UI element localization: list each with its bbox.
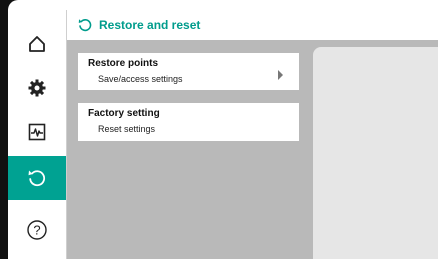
svg-text:?: ? [33,223,40,238]
sidebar-item-settings[interactable] [8,66,66,110]
gear-icon [27,78,47,98]
restore-icon [77,17,93,33]
header: Restore and reset [67,10,438,40]
sidebar-item-help[interactable]: ? [8,208,66,252]
sidebar-item-home[interactable] [8,22,66,66]
restore-icon [26,167,48,189]
home-icon [27,34,47,54]
sidebar-item-diagnostics[interactable] [8,110,66,154]
sidebar-item-restore[interactable] [8,156,66,200]
chevron-right-icon [278,70,283,80]
save-access-settings-item[interactable]: Save/access settings [98,74,183,84]
screen: ? Restore and reset Restore points Save/… [8,0,438,259]
page-title: Restore and reset [99,18,201,32]
factory-setting-card[interactable]: Factory setting Reset settings [78,103,299,141]
help-icon: ? [26,219,48,241]
reset-settings-item[interactable]: Reset settings [98,124,155,134]
diagnostics-icon [27,122,47,142]
card-title: Factory setting [88,108,160,119]
sidebar: ? [8,10,67,259]
restore-points-card[interactable]: Restore points Save/access settings [78,53,299,90]
detail-panel [313,47,438,259]
content-area: Restore points Save/access settings Fact… [67,40,438,259]
card-title: Restore points [88,58,159,69]
